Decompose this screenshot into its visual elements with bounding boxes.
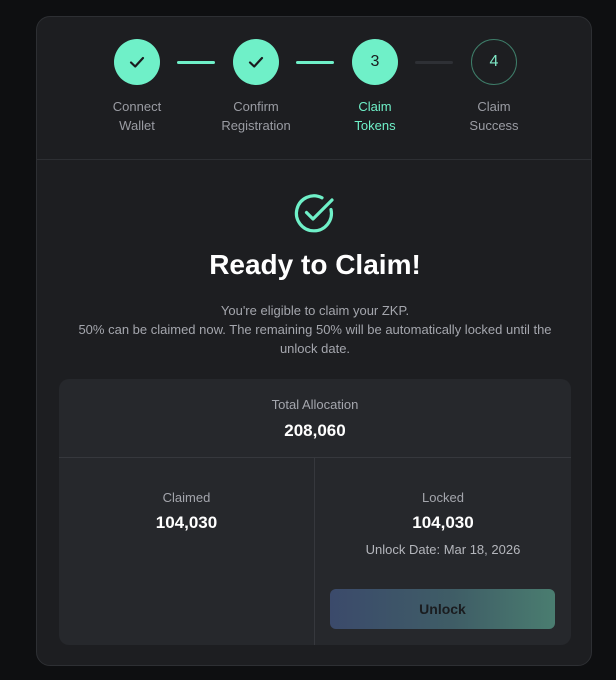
claimed-section: Claimed 104,030: [59, 458, 315, 645]
step-label: Claim Success: [469, 99, 519, 133]
step-connect-wallet: Connect Wallet: [77, 39, 197, 135]
claimed-label: Claimed: [162, 490, 211, 505]
description-line: unlock date.: [279, 341, 351, 356]
step-label: Claim Tokens: [354, 99, 396, 133]
check-circle-icon: [294, 194, 334, 233]
locked-value: 104,030: [412, 513, 474, 532]
total-allocation-label: Total Allocation: [271, 397, 359, 412]
description-line: 50% can be claimed now. The remaining 50…: [78, 322, 552, 337]
step-3-circle: 3: [352, 39, 398, 85]
step-confirm-registration: Confirm Registration: [196, 39, 316, 135]
step-claim-tokens: 3 Claim Tokens: [315, 39, 435, 135]
locked-label: Locked: [422, 490, 464, 505]
check-icon: [129, 56, 145, 68]
total-allocation-value: 208,060: [284, 421, 346, 440]
step-2-circle: [233, 39, 279, 85]
unlock-date: Unlock Date: Mar 18, 2026: [365, 542, 521, 557]
allocation-panel: Total Allocation 208,060 Claimed 104,030…: [59, 379, 571, 645]
step-label: Connect Wallet: [112, 99, 162, 133]
description-line: You're eligible to claim your ZKP.: [220, 303, 410, 318]
page-title: Ready to Claim!: [209, 249, 421, 280]
locked-section: Locked 104,030 Unlock Date: Mar 18, 2026…: [315, 458, 571, 645]
progress-stepper: Connect Wallet Confirm Registration 3 Cl…: [37, 17, 591, 160]
check-icon: [248, 56, 264, 68]
step-claim-success: 4 Claim Success: [434, 39, 554, 135]
step-label: Confirm Registration: [221, 99, 291, 133]
unlock-button[interactable]: Unlock: [330, 589, 555, 629]
claim-description: You're eligible to claim your ZKP. 50% c…: [57, 301, 573, 358]
step-1-circle: [114, 39, 160, 85]
claim-card: Connect Wallet Confirm Registration 3 Cl…: [36, 16, 592, 666]
total-allocation: Total Allocation 208,060: [59, 379, 571, 458]
claimed-value: 104,030: [155, 513, 218, 532]
step-4-circle: 4: [471, 39, 517, 85]
